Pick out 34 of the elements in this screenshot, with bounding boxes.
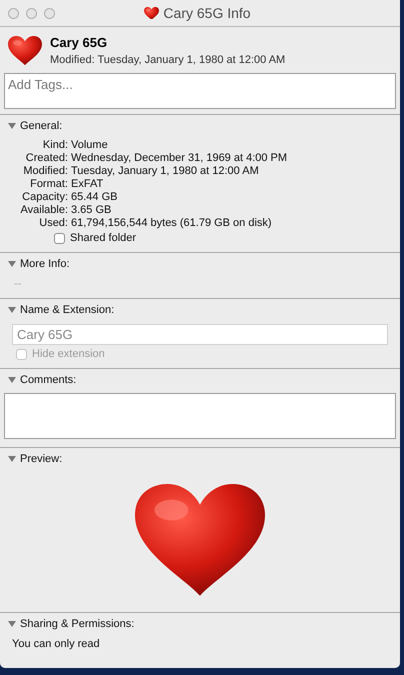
checkbox[interactable]: Shared folder <box>54 232 400 244</box>
property-label: Available: <box>20 204 68 216</box>
property-label: Used: <box>38 217 68 229</box>
property-label: Format: <box>29 178 68 190</box>
disclosure-triangle-icon[interactable] <box>8 620 16 628</box>
modified-date: Modified: Tuesday, January 1, 1980 at 12:00 AM <box>50 54 286 66</box>
property-value: 3.65 GB <box>71 204 112 216</box>
disclosure-triangle-icon[interactable] <box>8 455 16 463</box>
property-label: Modified: <box>22 165 68 177</box>
section-title[interactable]: More Info: <box>20 258 70 270</box>
tags-field[interactable]: Add Tags... <box>4 73 396 109</box>
property-value: Volume <box>71 139 109 151</box>
property-value: 61,794,156,544 bytes (61.79 GB on disk) <box>71 217 273 229</box>
disclosure-triangle-icon[interactable] <box>8 376 16 384</box>
info-text: -- <box>14 278 22 290</box>
property-value: Wednesday, December 31, 1969 at 4:00 PM <box>71 152 288 164</box>
section-title[interactable]: Sharing & Permissions: <box>20 618 134 630</box>
item-name: Cary 65G <box>50 35 108 50</box>
section-title[interactable]: Preview: <box>20 453 62 465</box>
property-value: ExFAT <box>71 178 104 190</box>
property-value: Tuesday, January 1, 1980 at 12:00 AM <box>71 165 260 177</box>
comments-field[interactable] <box>4 393 396 439</box>
disclosure-triangle-icon[interactable] <box>8 122 16 130</box>
property-label: Created: <box>24 152 68 164</box>
property-label: Capacity: <box>21 191 68 203</box>
heart-icon <box>144 6 160 20</box>
section-title[interactable]: General: <box>20 120 62 132</box>
window-title: Cary 65G Info <box>163 5 251 21</box>
property-label: Kind: <box>42 139 68 151</box>
heart-icon <box>8 36 42 66</box>
info-text: You can only read <box>12 638 101 650</box>
section-title[interactable]: Comments: <box>20 374 76 386</box>
disclosure-triangle-icon[interactable] <box>8 260 16 268</box>
property-value: 65.44 GB <box>71 191 118 203</box>
